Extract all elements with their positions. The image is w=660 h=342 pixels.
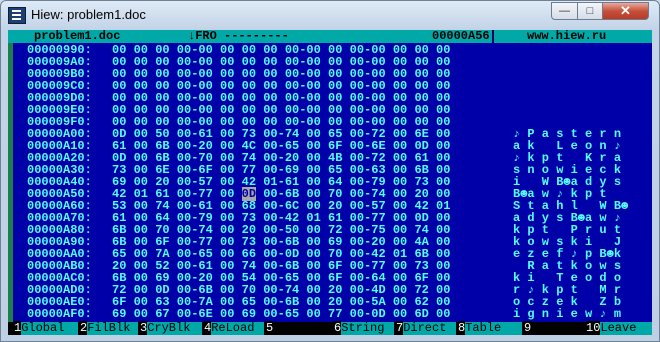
fkey-5[interactable]: 5 — [266, 321, 332, 335]
fkey-number: 5 — [266, 321, 274, 335]
row-hex-bytes[interactable]: 69 00 67 00-6E 00 69 00-65 00 77 00-0D 0… — [112, 308, 450, 320]
fkey-label: Table — [465, 322, 523, 335]
status-divider — [492, 30, 494, 43]
fkey-6[interactable]: 6String — [334, 321, 395, 335]
fkey-label: CryBlk — [147, 322, 203, 335]
fkey-label: FilBlk — [87, 322, 139, 335]
fkey-number: 1 — [14, 321, 22, 335]
fkey-7[interactable]: 7Direct — [396, 321, 457, 335]
close-button[interactable]: ✕ — [602, 2, 649, 20]
fkey-4[interactable]: 4ReLoad — [204, 321, 265, 335]
status-filename: problem1.doc — [34, 30, 121, 43]
fkey-10[interactable]: 10Leave — [586, 321, 652, 335]
fkey-1[interactable]: 1Global — [14, 321, 79, 335]
fkey-number: 7 — [396, 321, 404, 335]
minimize-button[interactable]: — — [551, 2, 578, 20]
status-url: www.hiew.ru — [527, 30, 607, 43]
hiew-app-icon — [8, 7, 26, 24]
fkey-label: ReLoad — [211, 322, 265, 335]
fkey-label: Direct — [403, 322, 457, 335]
fkey-9[interactable]: 9 — [524, 321, 584, 335]
fkey-label: Leave — [600, 322, 652, 335]
row-text: i g n i e w ♪ m — [513, 307, 622, 321]
fkey-number: 6 — [334, 321, 342, 335]
hiew-window: Hiew: problem1.doc — □ ✕ problem1.doc ↓F… — [0, 0, 660, 342]
function-key-bar: 1Global 2FilBlk 3CryBlk 4ReLoad 5 6String 7Dir… — [8, 321, 652, 335]
title-bar[interactable]: Hiew: problem1.doc — □ ✕ — [1, 1, 659, 29]
fkey-number: 3 — [140, 321, 148, 335]
fkey-3[interactable]: 3CryBlk — [140, 321, 203, 335]
fkey-2[interactable]: 2FilBlk — [80, 321, 139, 335]
hex-view-console[interactable]: problem1.doc ↓FRO --------- 00000A56 www… — [8, 30, 652, 335]
row-offset: 00000AF0: — [27, 307, 92, 321]
status-bar: problem1.doc ↓FRO --------- 00000A56 www… — [8, 30, 652, 43]
fkey-label: String — [341, 322, 395, 335]
maximize-button[interactable]: □ — [577, 2, 603, 20]
fkey-number: 4 — [204, 321, 212, 335]
fkey-number: 2 — [80, 321, 88, 335]
status-mode: ↓FRO --------- — [188, 30, 289, 43]
status-offset: 00000A56 — [432, 30, 490, 43]
fkey-number: 8 — [458, 321, 466, 335]
fkey-number: 9 — [524, 321, 532, 335]
fkey-number: 10 — [586, 321, 601, 335]
window-title: Hiew: problem1.doc — [31, 7, 146, 22]
hex-row[interactable]: 00000AF0: 69 00 67 00-6E 00 69 00-65 00 7… — [8, 308, 652, 320]
fkey-label: Global — [21, 322, 79, 335]
fkey-8[interactable]: 8Table — [458, 321, 523, 335]
